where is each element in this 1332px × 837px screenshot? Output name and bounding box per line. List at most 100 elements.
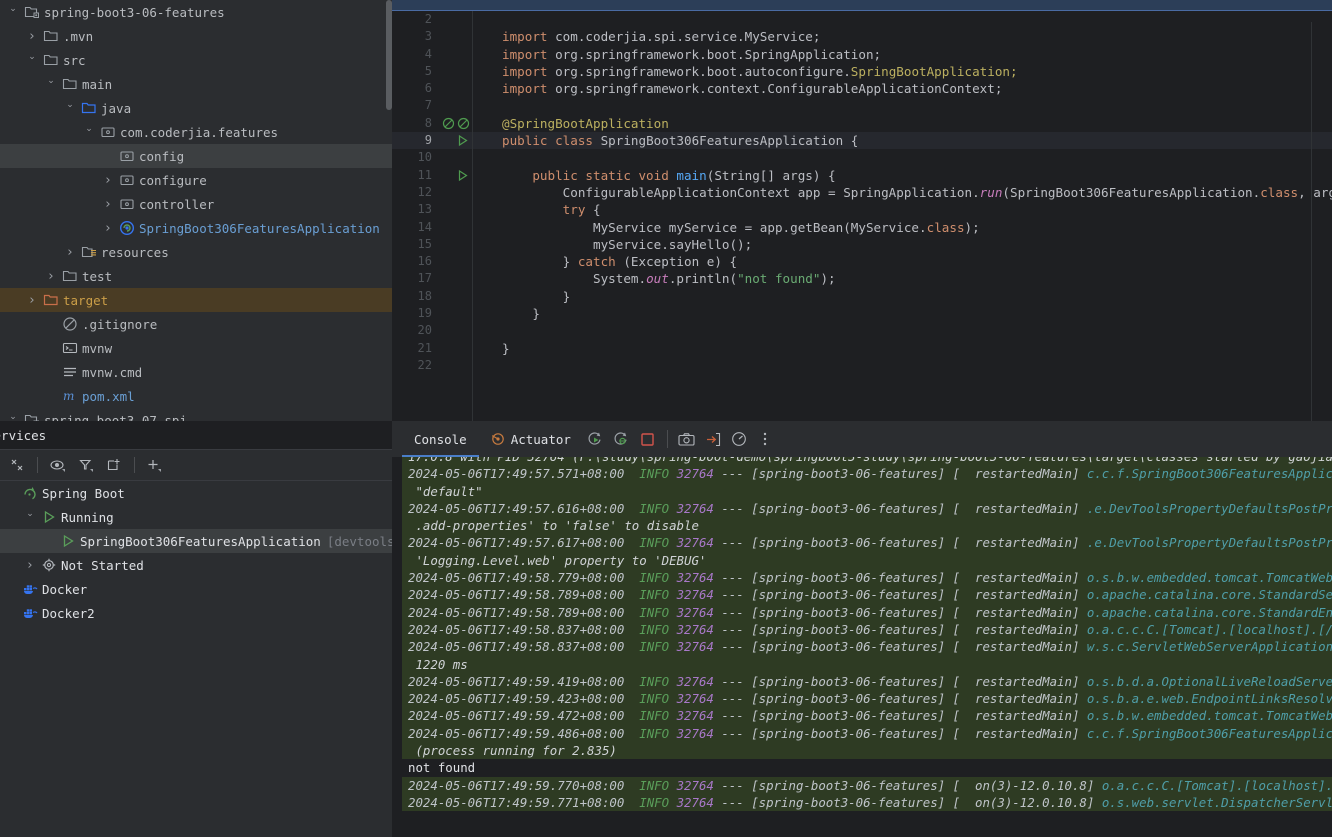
code-line[interactable]: 16 } catch (Exception e) { [392, 253, 1332, 270]
line-number: 17 [392, 270, 440, 287]
console-log-entry: 2024-05-06T17:49:59.771+08:00 INFO 32764… [402, 794, 1332, 811]
code-editor-panel[interactable]: 23import com.coderjia.spi.service.MyServ… [392, 0, 1332, 421]
show-hide-icon[interactable] [45, 452, 71, 478]
line-number: 18 [392, 288, 440, 305]
tree-item-mvnw[interactable]: mvnw [0, 336, 392, 360]
tree-item-label: test [80, 269, 112, 284]
code-line[interactable]: 5import org.springframework.boot.autocon… [392, 63, 1332, 80]
project-tree-panel[interactable]: spring-boot3-06-features.mvnsrcmainjavac… [0, 0, 392, 421]
tree-item-springboot306featuresapplication[interactable]: SpringBoot306FeaturesApplication [0, 216, 392, 240]
services-panel: Services Spring B [0, 421, 392, 837]
gauge-icon[interactable] [726, 426, 752, 452]
excluded-folder-icon [41, 292, 61, 308]
code-line[interactable]: 14 MyService myService = app.getBean(MyS… [392, 219, 1332, 236]
add-icon[interactable] [142, 452, 168, 478]
tree-item-configure[interactable]: configure [0, 168, 392, 192]
gutter-icons[interactable] [440, 117, 472, 130]
tree-item-label: mvnw.cmd [80, 365, 142, 380]
code-line[interactable]: 13 try { [392, 201, 1332, 218]
tree-item-mvn[interactable]: .mvn [0, 24, 392, 48]
chevron-right-icon[interactable] [99, 222, 117, 235]
chevron-down-icon[interactable] [80, 128, 98, 137]
tree-item-controller[interactable]: controller [0, 192, 392, 216]
code-line[interactable]: 18 } [392, 288, 1332, 305]
tree-item-config[interactable]: config [0, 144, 392, 168]
tree-item-gitignore[interactable]: .gitignore [0, 312, 392, 336]
code-line[interactable]: 6import org.springframework.context.Conf… [392, 80, 1332, 97]
stop-icon[interactable] [635, 426, 661, 452]
code-line[interactable]: 19 } [392, 305, 1332, 322]
code-text: MyService myService = app.getBean(MyServ… [476, 219, 980, 236]
code-line[interactable]: 4import org.springframework.boot.SpringA… [392, 46, 1332, 63]
chevron-right-icon[interactable] [21, 559, 39, 572]
export-icon[interactable] [700, 426, 726, 452]
chevron-down-icon[interactable] [42, 80, 60, 89]
chevron-right-icon[interactable] [23, 294, 41, 307]
gutter-icons[interactable] [440, 134, 472, 147]
chevron-down-icon[interactable] [23, 56, 41, 65]
tab-actuator[interactable]: Actuator [479, 421, 583, 457]
console-output[interactable]: 17.0.8 with PID 32764 (F:\study\spring-b… [392, 457, 1332, 837]
line-number: 2 [392, 11, 440, 28]
chevron-right-icon[interactable] [42, 270, 60, 283]
tree-item-spring-boot3-06-features[interactable]: spring-boot3-06-features [0, 0, 392, 24]
code-line[interactable]: 21} [392, 340, 1332, 357]
tree-item-label: spring-boot3-06-features [42, 5, 225, 20]
new-tab-icon[interactable] [101, 452, 127, 478]
rerun-icon[interactable] [583, 426, 609, 452]
chevron-down-icon[interactable] [21, 513, 39, 522]
services-list[interactable]: Spring BootRunningSpringBoot306FeaturesA… [0, 481, 392, 837]
tab-console[interactable]: Console [402, 421, 479, 457]
code-line[interactable]: 17 System.out.println("not found"); [392, 270, 1332, 287]
service-item-label: Docker [40, 582, 87, 597]
service-item-label: Not Started [59, 558, 144, 573]
code-text: import org.springframework.boot.SpringAp… [476, 46, 881, 63]
tree-item-java[interactable]: java [0, 96, 392, 120]
rerun-debug-icon[interactable] [609, 426, 635, 452]
code-line[interactable]: 2 [392, 11, 1332, 28]
code-line[interactable]: 3import com.coderjia.spi.service.MyServi… [392, 28, 1332, 45]
chevron-right-icon[interactable] [23, 30, 41, 43]
code-line[interactable]: 15 myService.sayHello(); [392, 236, 1332, 253]
code-line[interactable]: 8@SpringBootApplication [392, 115, 1332, 132]
collapse-all-icon[interactable] [4, 452, 30, 478]
camera-icon[interactable] [674, 426, 700, 452]
service-group-docker[interactable]: Docker [0, 577, 392, 601]
chevron-right-icon[interactable] [99, 198, 117, 211]
tree-item-spring-boot3-07-spi[interactable]: spring-boot3-07-spi [0, 408, 392, 421]
code-line[interactable]: 11 public static void main(String[] args… [392, 167, 1332, 184]
gutter-icons[interactable] [440, 169, 472, 182]
code-area[interactable]: 23import com.coderjia.spi.service.MyServ… [392, 11, 1332, 421]
service-group-docker2[interactable]: Docker2 [0, 601, 392, 625]
code-line[interactable]: 9public class SpringBoot306FeaturesAppli… [392, 132, 1332, 149]
code-line[interactable]: 12 ConfigurableApplicationContext app = … [392, 184, 1332, 201]
service-item-springboot306featuresapplication[interactable]: SpringBoot306FeaturesApplication[devtool… [0, 529, 392, 553]
filter-icon[interactable] [73, 452, 99, 478]
actuator-icon [491, 432, 505, 446]
tree-item-main[interactable]: main [0, 72, 392, 96]
code-line[interactable]: 22 [392, 357, 1332, 374]
service-group-not-started[interactable]: Not Started [0, 553, 392, 577]
code-line[interactable]: 10 [392, 149, 1332, 166]
tree-item-mvnw-cmd[interactable]: mvnw.cmd [0, 360, 392, 384]
chevron-right-icon[interactable] [99, 174, 117, 187]
more-options-icon[interactable] [752, 426, 778, 452]
service-group-running[interactable]: Running [0, 505, 392, 529]
code-line[interactable]: 20 [392, 322, 1332, 339]
chevron-down-icon[interactable] [4, 8, 22, 17]
chevron-down-icon[interactable] [61, 104, 79, 113]
console-log-entry: 2024-05-06T17:49:59.770+08:00 INFO 32764… [402, 777, 1332, 794]
tree-item-src[interactable]: src [0, 48, 392, 72]
tree-item-label: SpringBoot306FeaturesApplication [137, 221, 380, 236]
service-group-spring-boot[interactable]: Spring Boot [0, 481, 392, 505]
chevron-right-icon[interactable] [61, 246, 79, 259]
run-gutter-icon [456, 134, 469, 147]
gitignore-icon [60, 316, 80, 332]
console-toolbar-separator [667, 430, 668, 448]
tree-item-target[interactable]: target [0, 288, 392, 312]
code-line[interactable]: 7 [392, 97, 1332, 114]
tree-item-resources[interactable]: resources [0, 240, 392, 264]
tree-item-package[interactable]: com.coderjia.features [0, 120, 392, 144]
tree-item-pom-xml[interactable]: mpom.xml [0, 384, 392, 408]
tree-item-test[interactable]: test [0, 264, 392, 288]
